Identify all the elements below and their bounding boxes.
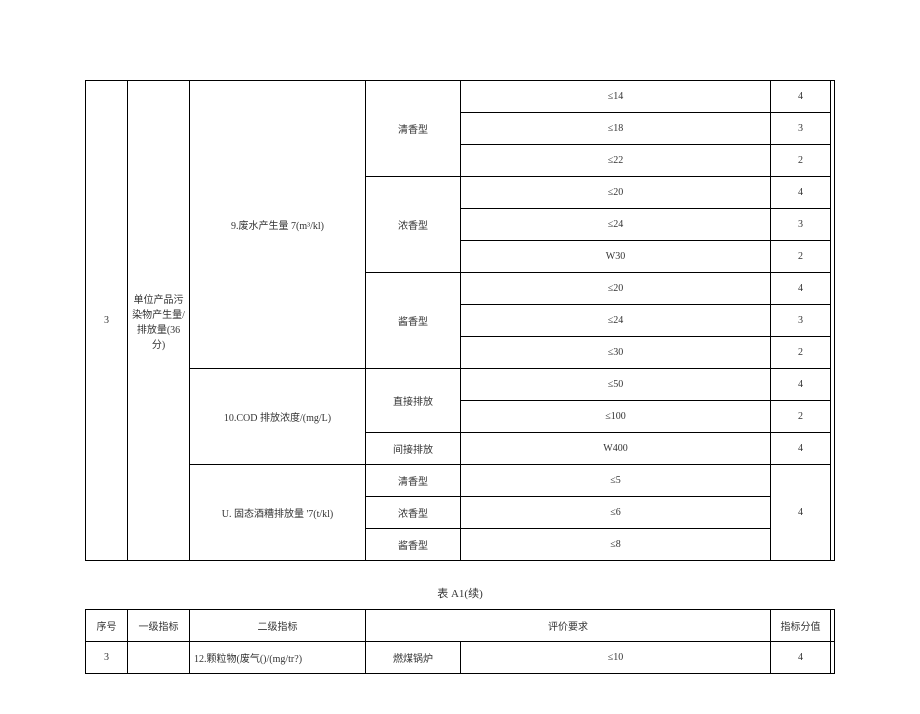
score-cell: 4 — [771, 273, 831, 305]
score-cell: 4 — [771, 433, 831, 465]
hdr-req: 评价要求 — [366, 610, 771, 642]
req-cell: ≤30 — [461, 337, 771, 369]
req-cell: ≤8 — [461, 529, 771, 561]
l1-cell: 单位产品污染物产生量/排放量(36 分) — [128, 81, 190, 561]
l2-cell: 10.COD 排放浓度/(mg/L) — [190, 369, 366, 465]
req-cell: ≤18 — [461, 113, 771, 145]
type-cell: 清香型 — [366, 465, 461, 497]
req-cell: ≤14 — [461, 81, 771, 113]
main-table: 3 单位产品污染物产生量/排放量(36 分) 9.废水产生量 7(m³/kl) … — [85, 80, 835, 561]
note-cell — [831, 81, 835, 561]
l2-cell: 12.颗粒物(废气()/(mg/tr?) — [190, 642, 366, 674]
seq-cell: 3 — [86, 642, 128, 674]
req-cell: ≤24 — [461, 305, 771, 337]
req-cell: ≤20 — [461, 177, 771, 209]
hdr-score: 指标分值 — [771, 610, 831, 642]
type-cell: 浓香型 — [366, 497, 461, 529]
hdr-seq: 序号 — [86, 610, 128, 642]
l2-cell: 9.废水产生量 7(m³/kl) — [190, 81, 366, 369]
hdr-l1: 一级指标 — [128, 610, 190, 642]
req-cell: W400 — [461, 433, 771, 465]
score-cell: 4 — [771, 465, 831, 561]
hdr-l2: 二级指标 — [190, 610, 366, 642]
score-cell: 2 — [771, 145, 831, 177]
score-cell: 3 — [771, 209, 831, 241]
type-cell: 清香型 — [366, 81, 461, 177]
req-cell: ≤100 — [461, 401, 771, 433]
req-cell: ≤24 — [461, 209, 771, 241]
type-cell: 燃煤锅炉 — [366, 642, 461, 674]
table-row: 10.COD 排放浓度/(mg/L) 直接排放 ≤50 4 — [86, 369, 835, 401]
score-cell: 4 — [771, 642, 831, 674]
score-cell: 3 — [771, 113, 831, 145]
score-cell: 4 — [771, 177, 831, 209]
table-row: U. 固态酒糟排放量 '7(t/kl) 清香型 ≤5 4 — [86, 465, 835, 497]
seq-cell: 3 — [86, 81, 128, 561]
req-cell: W30 — [461, 241, 771, 273]
type-cell: 酱香型 — [366, 529, 461, 561]
score-cell: 2 — [771, 337, 831, 369]
req-cell: ≤50 — [461, 369, 771, 401]
l1-cell — [128, 642, 190, 674]
table2-caption: 表 A1(续) — [85, 585, 835, 601]
req-cell: ≤6 — [461, 497, 771, 529]
type-cell: 直接排放 — [366, 369, 461, 433]
note-cell — [831, 642, 835, 674]
hdr-note: 备注 — [831, 610, 835, 642]
header-row: 序号 一级指标 二级指标 评价要求 指标分值 备注 — [86, 610, 835, 642]
req-cell: ≤22 — [461, 145, 771, 177]
continuation-table: 序号 一级指标 二级指标 评价要求 指标分值 备注 3 12.颗粒物(废气()/… — [85, 609, 835, 674]
type-cell: 浓香型 — [366, 177, 461, 273]
score-cell: 2 — [771, 401, 831, 433]
req-cell: ≤5 — [461, 465, 771, 497]
type-cell: 间接排放 — [366, 433, 461, 465]
score-cell: 3 — [771, 305, 831, 337]
l2-cell: U. 固态酒糟排放量 '7(t/kl) — [190, 465, 366, 561]
score-cell: 4 — [771, 81, 831, 113]
table-row: 3 12.颗粒物(废气()/(mg/tr?) 燃煤锅炉 ≤10 4 — [86, 642, 835, 674]
req-cell: ≤20 — [461, 273, 771, 305]
req-cell: ≤10 — [461, 642, 771, 674]
score-cell: 2 — [771, 241, 831, 273]
table-row: 3 单位产品污染物产生量/排放量(36 分) 9.废水产生量 7(m³/kl) … — [86, 81, 835, 113]
score-cell: 4 — [771, 369, 831, 401]
type-cell: 酱香型 — [366, 273, 461, 369]
